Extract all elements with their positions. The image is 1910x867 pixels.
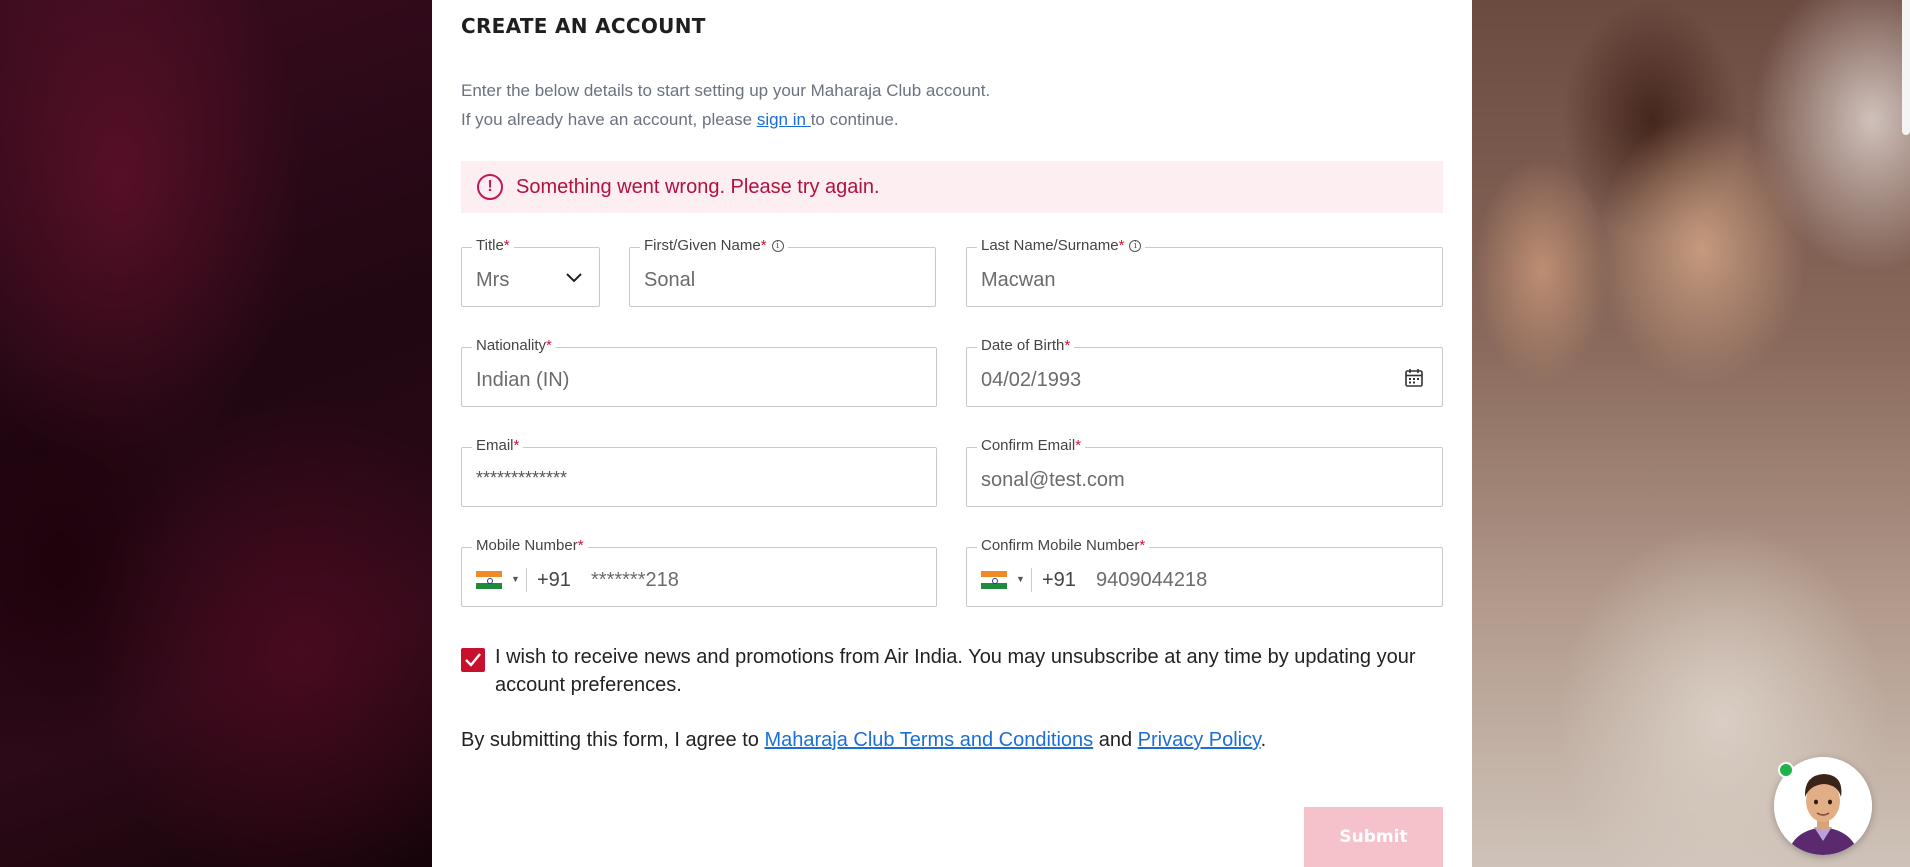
registration-panel: CREATE AN ACCOUNT Enter the below detail… (432, 0, 1472, 867)
title-label: Title (476, 237, 504, 254)
email-label: Email (476, 437, 514, 454)
error-message: Something went wrong. Please try again. (516, 175, 880, 198)
title-value: Mrs (476, 269, 510, 291)
check-icon (465, 653, 481, 667)
terms-link[interactable]: Maharaja Club Terms and Conditions (764, 729, 1093, 751)
first-name-value: Sonal (644, 269, 696, 291)
scrollbar-thumb[interactable] (1902, 0, 1910, 135)
title-select[interactable]: Title * Mrs (461, 237, 600, 307)
country-code: +91 (1042, 569, 1076, 591)
confirm-mobile-number-field[interactable]: Confirm Mobile Number * ▼ +91 9409044218 (966, 537, 1443, 607)
confirm-mobile-value: 9409044218 (1096, 569, 1208, 591)
nationality-value: Indian (IN) (476, 369, 570, 391)
india-flag-icon[interactable] (476, 571, 502, 589)
sign-in-link[interactable]: sign in (757, 110, 811, 129)
divider (1031, 568, 1032, 592)
country-code: +91 (537, 569, 571, 591)
caret-down-icon[interactable]: ▼ (1016, 574, 1025, 584)
intro-line-1: Enter the below details to start setting… (461, 81, 991, 100)
background-left (0, 0, 432, 867)
intro-text: Enter the below details to start setting… (461, 76, 990, 134)
email-field[interactable]: Email * ************* (461, 437, 937, 507)
background-right-photo (1472, 0, 1910, 867)
intro-line-2: If you already have an account, please s… (461, 110, 899, 129)
last-name-field[interactable]: Last Name/Surname * i Macwan (966, 237, 1443, 307)
first-name-label: First/Given Name (644, 237, 761, 254)
calendar-icon[interactable] (1404, 368, 1424, 388)
india-flag-icon[interactable] (981, 571, 1007, 589)
dob-label: Date of Birth (981, 337, 1065, 354)
confirm-email-value: sonal@test.com (981, 469, 1125, 491)
error-banner: ! Something went wrong. Please try again… (461, 161, 1443, 213)
promotions-checkbox[interactable] (461, 648, 485, 672)
submit-button[interactable]: Submit (1304, 807, 1443, 867)
confirm-email-field[interactable]: Confirm Email * sonal@test.com (966, 437, 1443, 507)
online-status-dot (1778, 762, 1794, 778)
mobile-number-field[interactable]: Mobile Number * ▼ +91 *******218 (461, 537, 937, 607)
mobile-label: Mobile Number (476, 537, 578, 554)
divider (526, 568, 527, 592)
chevron-down-icon (566, 273, 582, 283)
nationality-label: Nationality (476, 337, 547, 354)
info-icon[interactable]: i (771, 239, 784, 252)
caret-down-icon[interactable]: ▼ (511, 574, 520, 584)
last-name-value: Macwan (981, 269, 1056, 291)
date-of-birth-field[interactable]: Date of Birth * 04/02/1993 (966, 337, 1443, 407)
first-name-field[interactable]: First/Given Name * i Sonal (629, 237, 936, 307)
privacy-policy-link[interactable]: Privacy Policy (1138, 729, 1261, 751)
confirm-email-label: Confirm Email (981, 437, 1076, 454)
email-value: ************* (476, 468, 568, 488)
terms-text: By submitting this form, I agree to Maha… (461, 729, 1267, 751)
page-title: CREATE AN ACCOUNT (461, 14, 706, 38)
info-icon[interactable]: i (1129, 239, 1142, 252)
confirm-mobile-label: Confirm Mobile Number (981, 537, 1140, 554)
dob-value: 04/02/1993 (981, 369, 1082, 391)
promotions-consent-text: I wish to receive news and promotions fr… (495, 646, 1416, 696)
last-name-label: Last Name/Surname (981, 237, 1119, 254)
alert-circle-icon: ! (477, 174, 503, 200)
nationality-field[interactable]: Nationality * Indian (IN) (461, 337, 937, 407)
mobile-value: *******218 (591, 569, 679, 591)
